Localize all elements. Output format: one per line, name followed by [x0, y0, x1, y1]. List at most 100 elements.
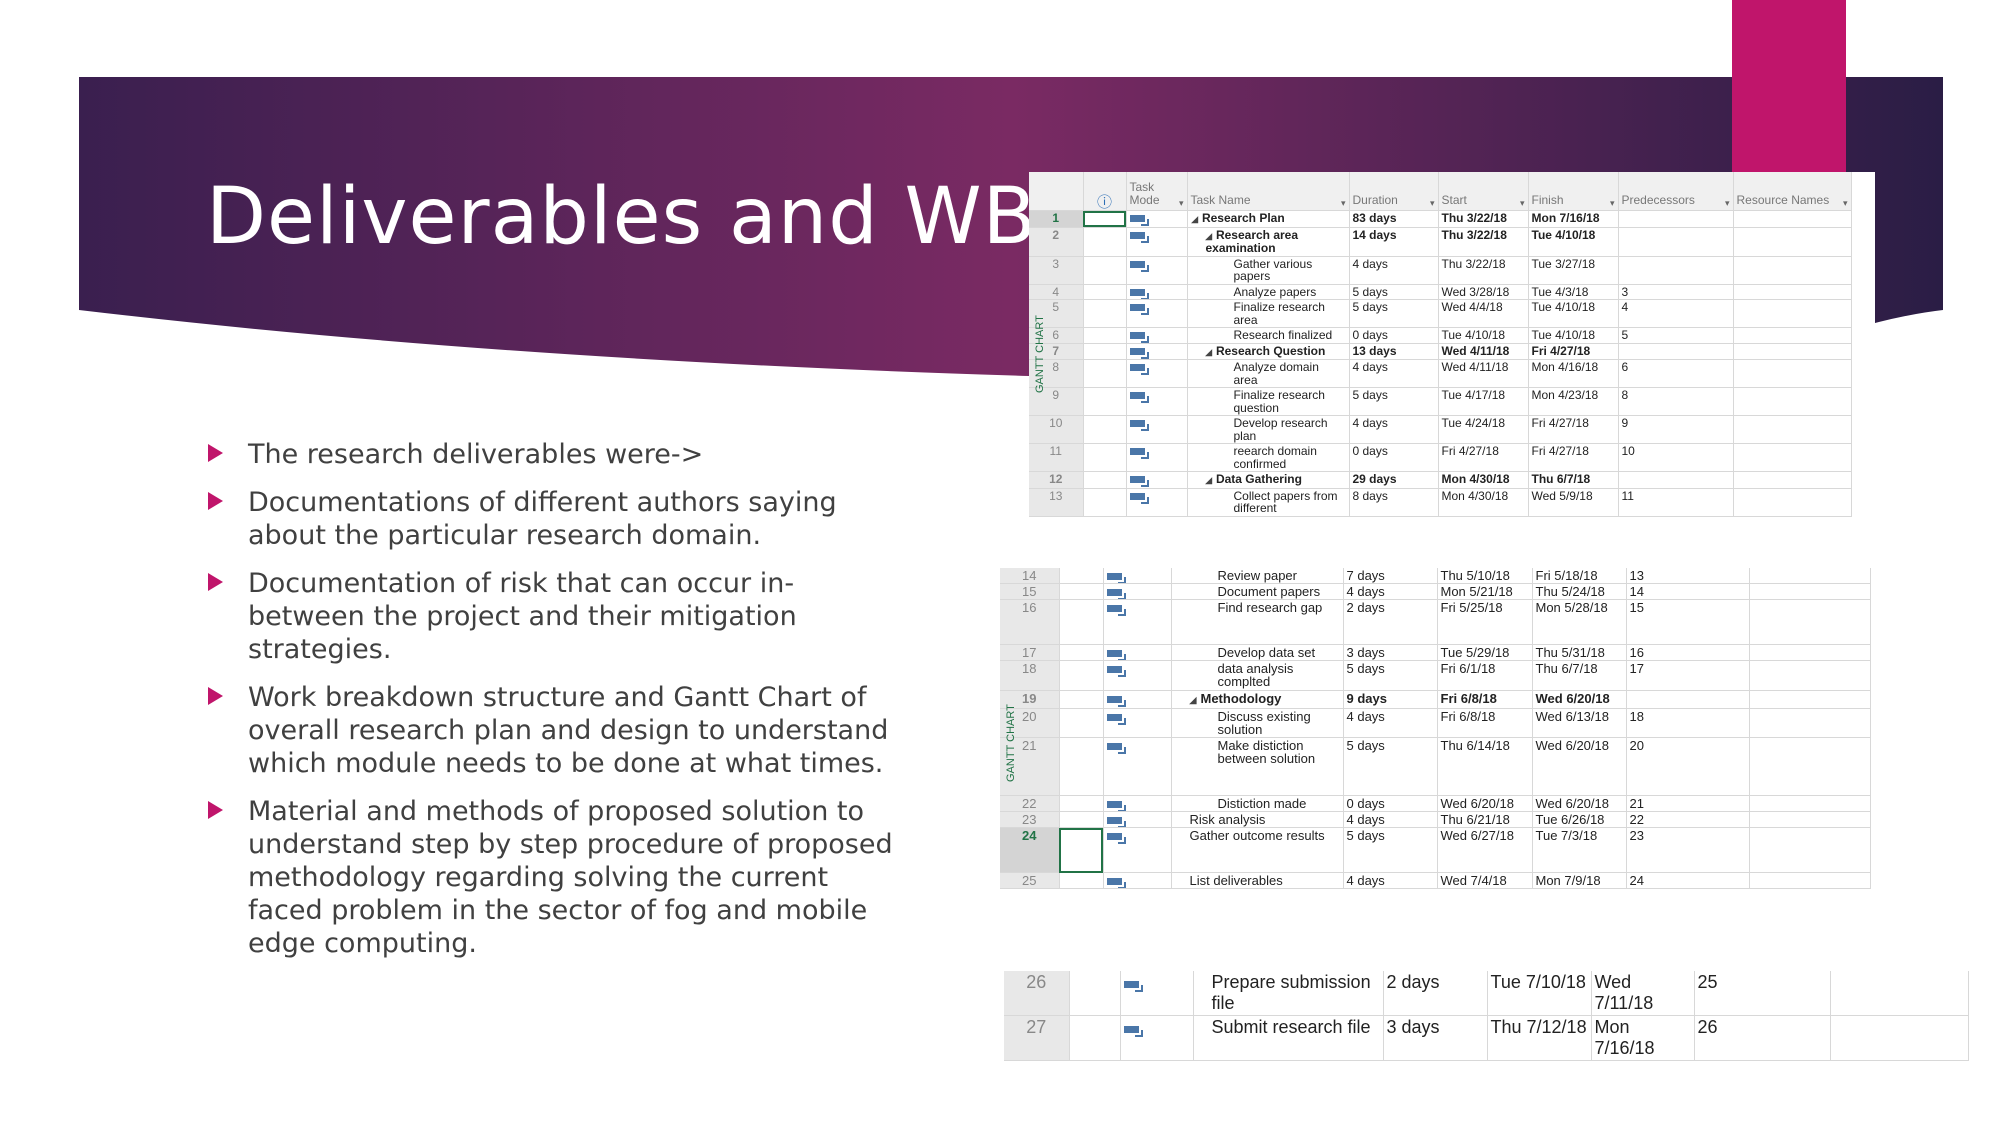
task-start-cell[interactable]: Tue 5/29/18 — [1437, 644, 1533, 662]
task-pred-cell[interactable]: 13 — [1626, 568, 1750, 585]
collapse-triangle-icon[interactable]: ◢ — [1192, 214, 1198, 224]
resource-names-cell[interactable] — [1749, 795, 1871, 813]
task-start-cell[interactable]: Wed 7/4/18 — [1437, 872, 1533, 890]
row-number[interactable]: 14 — [1000, 568, 1060, 585]
task-finish-cell[interactable]: Wed 6/20/18 — [1532, 690, 1627, 709]
task-finish-cell[interactable]: Wed 6/20/18 — [1532, 737, 1627, 797]
indicator-cell[interactable] — [1059, 644, 1104, 662]
indicator-cell[interactable] — [1083, 284, 1127, 300]
task-finish-cell[interactable]: Mon 4/23/18 — [1528, 387, 1619, 416]
task-start-cell[interactable]: Thu 3/22/18 — [1438, 256, 1529, 285]
row-number[interactable]: 25 — [1000, 872, 1060, 890]
task-pred-cell[interactable]: 4 — [1618, 299, 1734, 328]
row-number[interactable]: 2 — [1029, 227, 1084, 257]
task-duration-cell[interactable]: 4 days — [1343, 811, 1438, 829]
task-start-cell[interactable]: Mon 4/30/18 — [1438, 471, 1529, 489]
task-finish-cell[interactable]: Fri 4/27/18 — [1528, 343, 1619, 360]
row-number[interactable]: 16 — [1000, 599, 1060, 645]
task-start-cell[interactable]: Tue 4/24/18 — [1438, 415, 1529, 444]
table-row[interactable]: 17 Develop data set 3 days Tue 5/29/18 Thu 5… — [1000, 644, 1871, 662]
task-name-cell[interactable]: Develop data set — [1171, 644, 1344, 662]
task-pred-cell[interactable]: 21 — [1626, 795, 1750, 813]
task-start-cell[interactable]: Wed 4/4/18 — [1438, 299, 1529, 328]
task-finish-cell[interactable]: Fri 5/18/18 — [1532, 568, 1627, 585]
task-name-cell[interactable]: Distiction made — [1171, 795, 1344, 813]
task-duration-cell[interactable]: 29 days — [1349, 471, 1439, 489]
resource-names-cell[interactable] — [1749, 811, 1871, 829]
task-name-cell[interactable]: Gather various papers — [1187, 256, 1350, 285]
indicator-cell[interactable] — [1059, 660, 1104, 691]
task-pred-cell[interactable]: 3 — [1618, 284, 1734, 300]
indicator-cell[interactable] — [1083, 256, 1127, 285]
task-duration-cell[interactable]: 4 days — [1349, 415, 1439, 444]
task-start-cell[interactable]: Fri 6/1/18 — [1437, 660, 1533, 691]
task-name-cell[interactable]: ◢ Data Gathering — [1187, 471, 1350, 489]
task-pred-cell[interactable]: 15 — [1626, 599, 1750, 645]
dropdown-arrow-icon[interactable]: ▾ — [1843, 197, 1848, 210]
task-mode-cell[interactable] — [1126, 415, 1188, 444]
collapse-triangle-icon[interactable]: ◢ — [1206, 475, 1212, 485]
task-start-cell[interactable]: Wed 4/11/18 — [1438, 359, 1529, 388]
task-name-cell[interactable]: ◢ Research Plan — [1187, 210, 1350, 228]
task-duration-cell[interactable]: 3 days — [1343, 644, 1438, 662]
task-mode-cell[interactable] — [1126, 327, 1188, 344]
resource-names-cell[interactable] — [1830, 1015, 1969, 1061]
table-row[interactable]: 24 Gather outcome results 5 days Wed 6/27/1… — [1000, 827, 1871, 874]
task-name-cell[interactable]: Develop research plan — [1187, 415, 1350, 444]
task-name-cell[interactable]: ◢ Research area examination — [1187, 227, 1350, 257]
task-start-cell[interactable]: Thu 5/10/18 — [1437, 568, 1533, 585]
table-row[interactable]: 12 ◢ Data Gathering 29 days Mon 4/30/18 Thu 6… — [1029, 471, 1852, 489]
task-finish-cell[interactable]: Thu 6/7/18 — [1532, 660, 1627, 691]
task-start-cell[interactable]: Wed 6/20/18 — [1437, 795, 1533, 813]
task-pred-cell[interactable]: 10 — [1618, 443, 1734, 472]
task-pred-cell[interactable] — [1618, 210, 1734, 228]
task-name-cell[interactable]: Collect papers from different — [1187, 488, 1350, 517]
collapse-triangle-icon[interactable]: ◢ — [1190, 695, 1197, 705]
task-mode-cell[interactable] — [1126, 387, 1188, 416]
dropdown-arrow-icon[interactable]: ▾ — [1725, 197, 1730, 210]
task-pred-cell[interactable]: 9 — [1618, 415, 1734, 444]
table-row[interactable]: 13 Collect papers from different 8 days Mon… — [1029, 488, 1852, 517]
task-duration-cell[interactable]: 0 days — [1349, 443, 1439, 472]
task-mode-cell[interactable] — [1126, 488, 1188, 517]
resource-names-cell[interactable] — [1733, 284, 1852, 300]
task-name-cell[interactable]: Finalize research question — [1187, 387, 1350, 416]
task-pred-cell[interactable]: 25 — [1694, 971, 1831, 1016]
task-mode-cell[interactable] — [1126, 343, 1188, 360]
task-mode-cell[interactable] — [1103, 872, 1172, 890]
task-name-cell[interactable]: Gather outcome results — [1171, 827, 1344, 874]
task-name-cell[interactable]: Review paper — [1171, 568, 1344, 585]
resource-names-cell[interactable] — [1749, 568, 1871, 585]
task-mode-cell[interactable] — [1103, 811, 1172, 829]
task-name-cell[interactable]: Discuss existing solution — [1171, 708, 1344, 739]
column-header[interactable]: Duration ▾ — [1349, 172, 1439, 211]
row-number[interactable]: 15 — [1000, 583, 1060, 601]
task-finish-cell[interactable]: Fri 4/27/18 — [1528, 415, 1619, 444]
table-row[interactable]: 21 Make distiction between solution 5 days… — [1000, 737, 1871, 797]
task-mode-cell[interactable] — [1103, 827, 1172, 874]
task-name-cell[interactable]: Analyze domain area — [1187, 359, 1350, 388]
task-start-cell[interactable]: Fri 5/25/18 — [1437, 599, 1533, 645]
task-duration-cell[interactable]: 2 days — [1383, 971, 1488, 1016]
dropdown-arrow-icon[interactable]: ▾ — [1341, 197, 1346, 210]
row-number[interactable]: 4 — [1029, 284, 1084, 300]
task-mode-cell[interactable] — [1103, 737, 1172, 797]
table-row[interactable]: 19 ◢ Methodology 9 days Fri 6/8/18 Wed 6/20/1… — [1000, 690, 1871, 709]
resource-names-cell[interactable] — [1749, 583, 1871, 601]
task-name-cell[interactable]: Document papers — [1171, 583, 1344, 601]
task-duration-cell[interactable]: 4 days — [1343, 872, 1438, 890]
task-duration-cell[interactable]: 7 days — [1343, 568, 1438, 585]
task-start-cell[interactable]: Mon 4/30/18 — [1438, 488, 1529, 517]
table-row[interactable]: 18 data analysis complted 5 days Fri 6/1/18… — [1000, 660, 1871, 691]
resource-names-cell[interactable] — [1733, 256, 1852, 285]
dropdown-arrow-icon[interactable]: ▾ — [1520, 197, 1525, 210]
task-pred-cell[interactable]: 5 — [1618, 327, 1734, 344]
resource-names-cell[interactable] — [1733, 343, 1852, 360]
resource-names-cell[interactable] — [1749, 690, 1871, 709]
indicator-cell[interactable] — [1083, 210, 1127, 228]
indicator-cell[interactable] — [1083, 299, 1127, 328]
task-mode-cell[interactable] — [1126, 284, 1188, 300]
table-row[interactable]: 9 Finalize research question 5 days Tue 4/1… — [1029, 387, 1852, 416]
table-row[interactable]: 4 Analyze papers 5 days Wed 3/28/18 Tue 4/3/… — [1029, 284, 1852, 300]
task-finish-cell[interactable]: Wed 6/20/18 — [1532, 795, 1627, 813]
